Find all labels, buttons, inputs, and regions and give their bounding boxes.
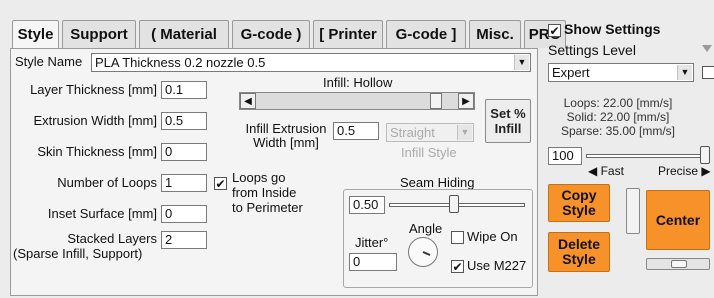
layer-thickness-label: Layer Thickness [mm] bbox=[30, 82, 157, 97]
horizontal-scroll-thumb[interactable] bbox=[671, 260, 687, 268]
settings-panel: Style Support ( Material G-code ) [ Prin… bbox=[4, 14, 566, 296]
style-name-label: Style Name bbox=[15, 54, 83, 69]
chevron-down-icon: ▼ bbox=[514, 55, 529, 70]
style-tab-content: Style Name PLA Thickness 0.2 nozzle 0.5 … bbox=[10, 48, 538, 296]
jitter-input[interactable]: 0 bbox=[349, 253, 397, 271]
angle-dial-needle-icon bbox=[422, 251, 431, 256]
inset-surface-label: Inset Surface [mm] bbox=[47, 206, 157, 221]
speed-slider-thumb[interactable] bbox=[700, 146, 710, 164]
set-percent-infill-button[interactable]: Set % Infill bbox=[485, 99, 531, 143]
chevron-down-icon: ▼ bbox=[457, 125, 472, 140]
tab-material[interactable]: ( Material bbox=[139, 20, 229, 48]
loops-speed-text: Loops: 22.00 [mm/s] bbox=[563, 96, 673, 110]
loops-inside-to-perimeter-checkbox[interactable]: ✔ bbox=[214, 177, 227, 190]
horizontal-scroll-track[interactable] bbox=[646, 258, 710, 270]
tab-support[interactable]: Support bbox=[62, 20, 136, 48]
infill-extrusion-width-input[interactable]: 0.5 bbox=[333, 122, 379, 140]
speed-value-input[interactable]: 100 bbox=[548, 147, 582, 165]
extrusion-width-label: Extrusion Width [mm] bbox=[33, 113, 157, 128]
seam-value-input[interactable]: 0.50 bbox=[349, 196, 385, 214]
tab-gcode-material[interactable]: G-code ) bbox=[232, 20, 310, 48]
speed-slider-track[interactable] bbox=[586, 154, 710, 158]
fast-label: ◀ Fast bbox=[588, 164, 624, 178]
inset-surface-input[interactable]: 0 bbox=[161, 205, 207, 223]
style-name-select[interactable]: PLA Thickness 0.2 nozzle 0.5 ▼ bbox=[91, 53, 531, 72]
vertical-scroll-thumb[interactable] bbox=[626, 188, 640, 234]
triangle-down-icon bbox=[702, 45, 712, 52]
style-name-value: PLA Thickness 0.2 nozzle 0.5 bbox=[95, 55, 266, 70]
infill-style-select[interactable]: Straight ▼ bbox=[386, 123, 474, 142]
tab-gcode-printer[interactable]: G-code ] bbox=[386, 20, 466, 48]
infill-slider-thumb[interactable] bbox=[430, 93, 442, 109]
tab-bar: Style Support ( Material G-code ) [ Prin… bbox=[12, 20, 569, 48]
sparse-speed-text: Sparse: 35.00 [mm/s] bbox=[560, 124, 676, 138]
solid-speed-text: Solid: 22.00 [mm/s] bbox=[566, 110, 670, 124]
arrow-right-icon: ▶ bbox=[701, 164, 711, 178]
seam-slider-thumb[interactable] bbox=[449, 195, 459, 213]
stacked-layers-label: Stacked Layers bbox=[67, 231, 157, 246]
extra-checkbox[interactable] bbox=[702, 66, 714, 79]
jitter-label: Jitter° bbox=[355, 235, 389, 250]
center-button[interactable]: Center bbox=[646, 190, 710, 250]
arrow-left-icon: ◀ bbox=[588, 164, 598, 178]
arrow-right-icon[interactable]: ▶ bbox=[458, 93, 474, 109]
tab-printer[interactable]: [ Printer bbox=[313, 20, 383, 48]
arrow-left-icon[interactable]: ◀ bbox=[240, 93, 256, 109]
stacked-layers-sublabel: (Sparse Infill, Support) bbox=[13, 246, 143, 261]
number-of-loops-label: Number of Loops bbox=[57, 175, 157, 190]
infill-title: Infill: Hollow bbox=[323, 75, 393, 90]
use-m227-checkbox[interactable]: ✔ bbox=[451, 260, 464, 273]
show-settings-label: Show Settings bbox=[564, 21, 661, 37]
angle-dial[interactable] bbox=[408, 237, 438, 267]
chevron-down-icon: ▼ bbox=[677, 65, 692, 80]
number-of-loops-input[interactable]: 1 bbox=[161, 174, 207, 192]
settings-level-label: Settings Level bbox=[548, 42, 636, 58]
angle-label: Angle bbox=[409, 221, 443, 236]
show-settings-checkbox[interactable]: ✔ bbox=[548, 24, 561, 37]
layer-thickness-input[interactable]: 0.1 bbox=[161, 81, 207, 99]
skin-thickness-input[interactable]: 0 bbox=[161, 143, 207, 161]
infill-extrusion-width-label: Infill Extrusion Width [mm] bbox=[245, 121, 327, 150]
skin-thickness-label: Skin Thickness [mm] bbox=[37, 144, 157, 159]
wipe-on-checkbox[interactable] bbox=[451, 231, 464, 244]
delete-style-button[interactable]: Delete Style bbox=[548, 232, 610, 272]
copy-style-button[interactable]: Copy Style bbox=[548, 184, 610, 222]
right-control-panel: ✔ Show Settings Settings Level Expert ▼ … bbox=[538, 14, 714, 298]
infill-style-label: Infill Style bbox=[401, 145, 457, 160]
precise-label: Precise ▶ bbox=[658, 164, 711, 178]
seam-hiding-title: Seam Hiding bbox=[400, 175, 475, 190]
use-m227-label: Use M227 bbox=[467, 258, 527, 273]
tab-misc[interactable]: Misc. bbox=[469, 20, 521, 48]
stacked-layers-input[interactable]: 2 bbox=[161, 231, 207, 249]
loops-inside-to-perimeter-label: Loops go from Inside to Perimeter bbox=[232, 170, 303, 215]
wipe-on-label: Wipe On bbox=[467, 229, 518, 244]
infill-slider[interactable]: ◀ ▶ bbox=[239, 92, 475, 110]
tab-style[interactable]: Style bbox=[12, 20, 59, 48]
extrusion-width-input[interactable]: 0.5 bbox=[161, 112, 207, 130]
settings-level-select[interactable]: Expert ▼ bbox=[548, 63, 694, 82]
